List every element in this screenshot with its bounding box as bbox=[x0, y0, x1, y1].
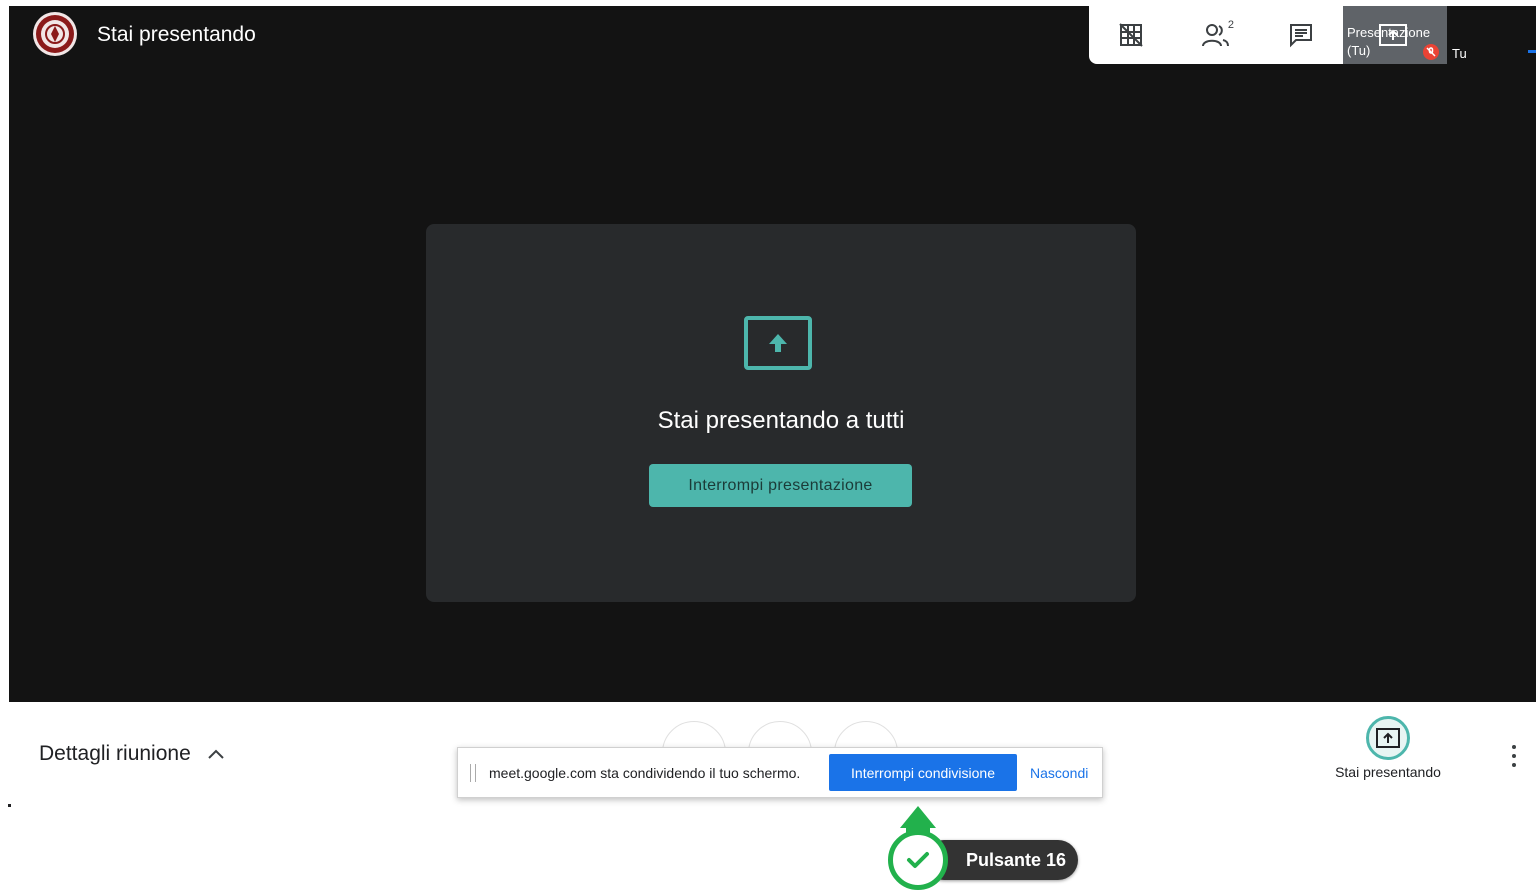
mic-off-icon bbox=[1423, 44, 1439, 60]
stop-presenting-button[interactable]: Interrompi presentazione bbox=[649, 464, 912, 507]
chat-icon[interactable] bbox=[1277, 11, 1325, 59]
presentation-stage: Stai presentando 2 Presentazione (Tu) Tu… bbox=[9, 6, 1536, 702]
more-vert-icon[interactable] bbox=[1506, 742, 1522, 770]
cursor-mark bbox=[8, 804, 11, 807]
hide-link[interactable]: Nascondi bbox=[1030, 765, 1088, 781]
share-message: meet.google.com sta condividendo il tuo … bbox=[489, 765, 801, 781]
check-icon bbox=[888, 830, 948, 890]
meeting-details-button[interactable]: Dettagli riunione bbox=[39, 742, 225, 766]
meeting-details-label: Dettagli riunione bbox=[39, 742, 191, 765]
grid-off-icon[interactable] bbox=[1107, 11, 1155, 59]
header-title: Stai presentando bbox=[97, 23, 256, 46]
chevron-up-icon bbox=[208, 749, 224, 759]
stop-sharing-button[interactable]: Interrompi condivisione bbox=[829, 754, 1017, 791]
present-to-all-icon bbox=[1379, 24, 1407, 51]
presenting-indicator-button[interactable]: Stai presentando bbox=[1318, 716, 1458, 780]
speaking-indicator bbox=[1528, 50, 1536, 53]
present-to-all-icon bbox=[1366, 716, 1410, 760]
university-seal-icon bbox=[33, 12, 77, 56]
screen-share-notification: meet.google.com sta condividendo il tuo … bbox=[457, 747, 1103, 798]
presenting-message: Stai presentando a tutti bbox=[657, 407, 905, 434]
people-button[interactable]: 2 bbox=[1192, 11, 1240, 59]
tutorial-arrow bbox=[900, 806, 936, 828]
people-icon bbox=[1201, 24, 1229, 47]
top-toolbar: 2 bbox=[1089, 6, 1343, 64]
presenting-card: Stai presentando a tutti Interrompi pres… bbox=[426, 224, 1136, 602]
participant-count: 2 bbox=[1227, 19, 1234, 31]
presenting-indicator-label: Stai presentando bbox=[1335, 764, 1441, 780]
drag-handle[interactable] bbox=[470, 764, 476, 782]
tutorial-marker-text: Pulsante 16 bbox=[966, 849, 1067, 870]
you-label: Tu bbox=[1452, 46, 1467, 61]
present-to-all-icon bbox=[744, 316, 812, 370]
self-video-tile[interactable]: Presentazione (Tu) bbox=[1343, 6, 1447, 64]
